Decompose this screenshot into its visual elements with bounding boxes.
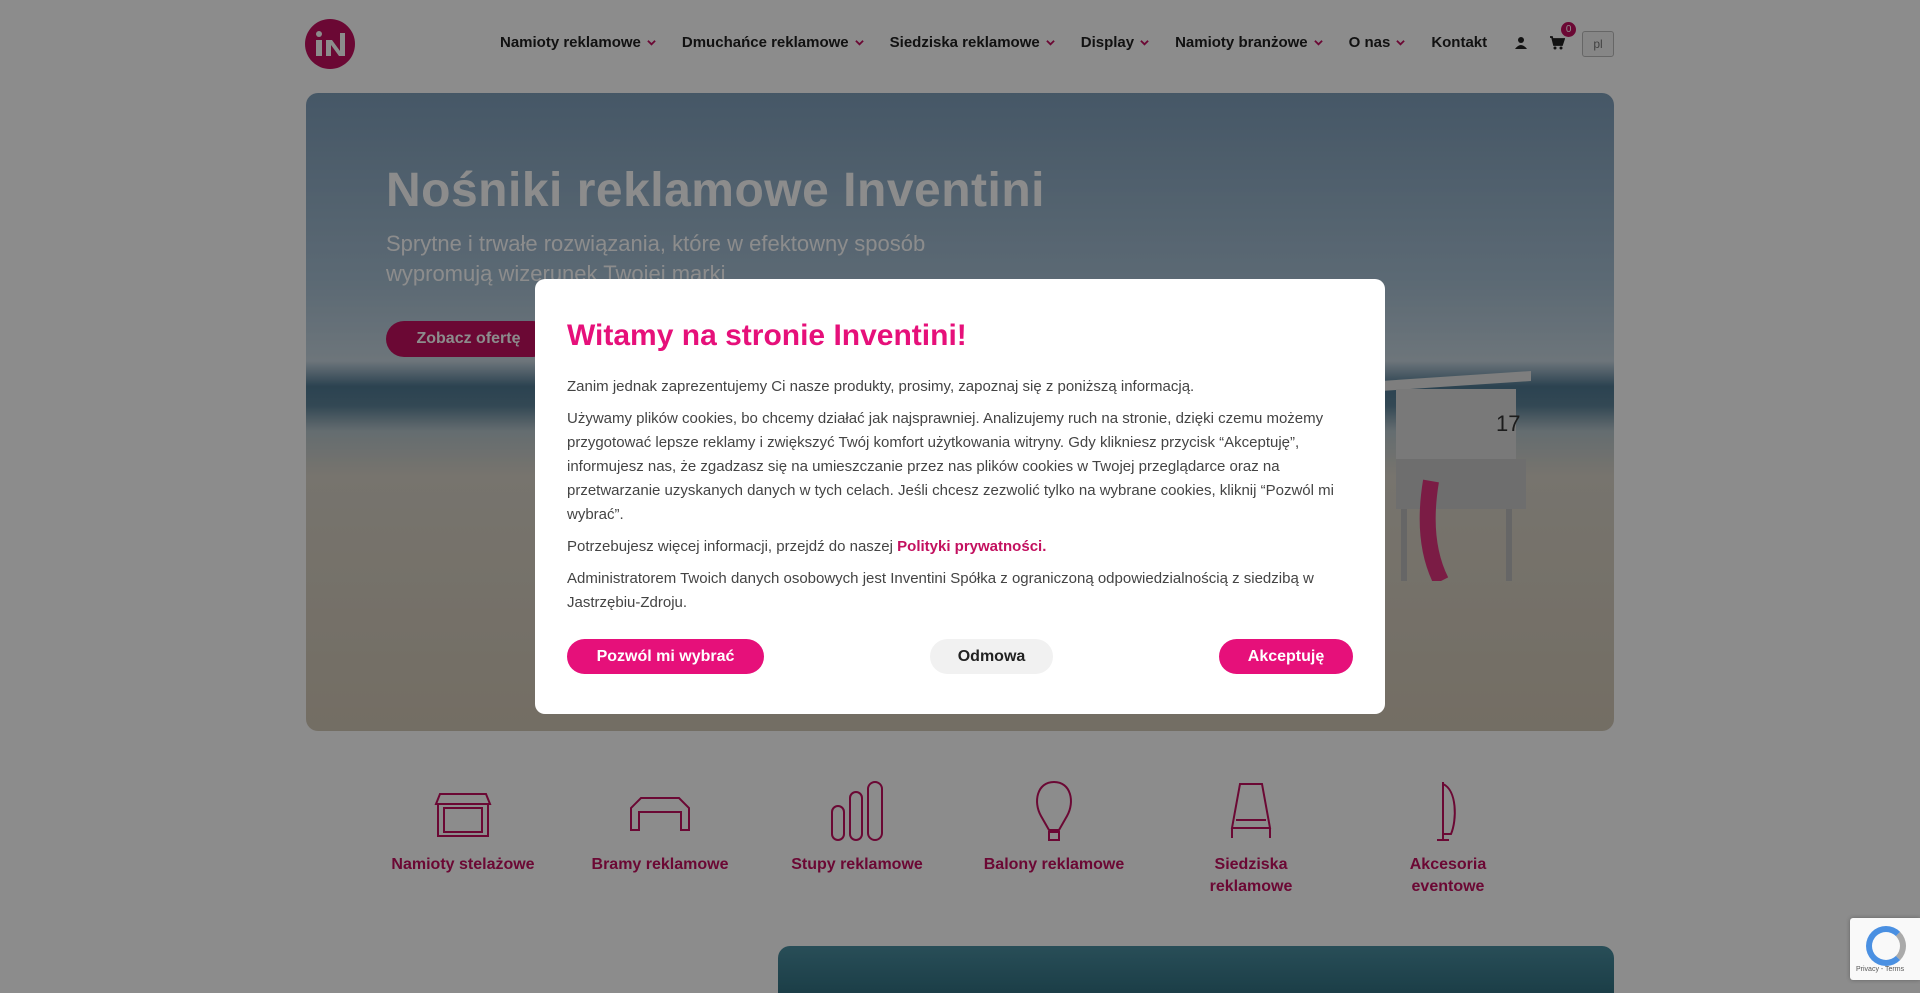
modal-privacy-text: Potrzebujesz więcej informacji, przejdź … [567, 535, 1353, 559]
choose-cookies-button[interactable]: Pozwól mi wybrać [567, 639, 764, 674]
accept-cookies-button[interactable]: Akceptuję [1219, 639, 1353, 674]
recaptcha-links: Privacy - Terms [1856, 966, 1905, 973]
modal-body: Zanim jednak zaprezentujemy Ci nasze pro… [567, 375, 1353, 623]
modal-intro-text: Zanim jednak zaprezentujemy Ci nasze pro… [567, 378, 1195, 395]
modal-cookies-text: Używamy plików cookies, bo chcemy działa… [567, 410, 1334, 523]
recaptcha-icon [1866, 926, 1906, 966]
modal-title: Witamy na stronie Inventini! [567, 319, 967, 352]
privacy-prefix: Potrzebujesz więcej informacji, przejdź … [567, 538, 898, 555]
privacy-policy-link[interactable]: Polityki prywatności. [897, 538, 1046, 555]
reject-cookies-button[interactable]: Odmowa [930, 639, 1053, 674]
recaptcha-badge[interactable]: Privacy - Terms [1850, 918, 1920, 980]
cookie-consent-modal: Witamy na stronie Inventini! Zanim jedna… [535, 279, 1385, 714]
modal-admin-text: Administratorem Twoich danych osobowych … [567, 570, 1314, 611]
